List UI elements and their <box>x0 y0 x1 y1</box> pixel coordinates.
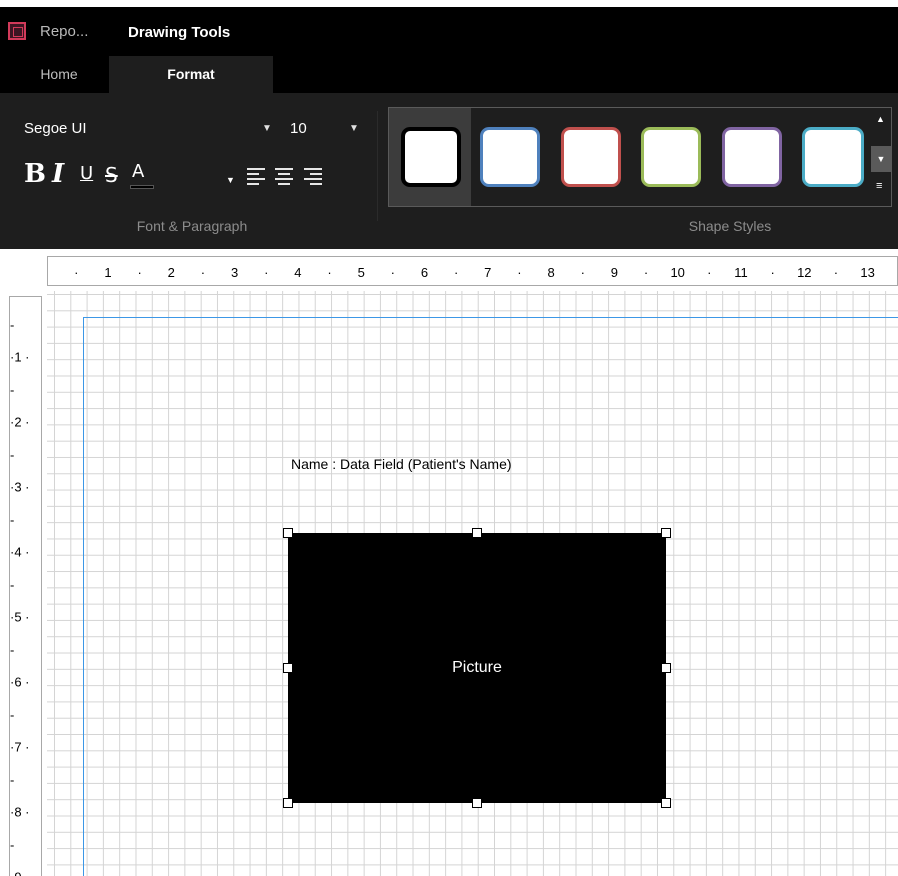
more-styles-icon[interactable]: ≡ <box>876 180 882 192</box>
ruler-label: 11 <box>734 265 748 280</box>
context-title: Drawing Tools <box>128 24 231 41</box>
ruler-label: 1 <box>104 265 112 280</box>
underline-button[interactable]: U <box>80 163 93 193</box>
ruler-label: 7 <box>484 265 492 280</box>
resize-handle-top-right[interactable] <box>661 528 671 538</box>
italic-button[interactable]: I <box>52 159 64 189</box>
ruler-tick: · <box>390 265 396 280</box>
chevron-down-icon[interactable]: ▼ <box>226 175 235 185</box>
ruler-tick: - <box>10 382 15 397</box>
ribbon: Segoe UI ▼ 10 ▼ B I U S A ▼ Font & Parag… <box>0 93 898 249</box>
horizontal-ruler-strip: ·1·2·3·4·5·6·7·8·9·10·11·12·13· <box>47 256 898 286</box>
ruler-tick: - <box>10 642 15 657</box>
align-center-icon[interactable] <box>275 168 295 188</box>
chevron-down-icon[interactable]: ▼ <box>349 123 359 134</box>
tab-home[interactable]: Home <box>24 56 94 93</box>
ruler-label: ·4 · <box>10 544 30 560</box>
shape-style-teal[interactable] <box>802 127 864 187</box>
ruler-tick: - <box>10 577 15 592</box>
ruler-label: ·6 · <box>10 674 30 690</box>
ruler-tick: · <box>517 265 522 280</box>
ruler-label: 3 <box>230 265 239 280</box>
bold-button[interactable]: B <box>24 159 46 189</box>
shape-style-blue[interactable] <box>480 127 540 187</box>
ruler-tick: · <box>580 265 585 280</box>
font-color-button[interactable]: A <box>130 161 160 193</box>
resize-handle-bottom-left[interactable] <box>283 798 293 808</box>
ruler-label: 2 <box>167 265 175 280</box>
page-margin-left <box>83 317 84 876</box>
ruler-label: ·1 · <box>10 349 30 365</box>
ruler-label: ·9 · <box>10 870 30 876</box>
ruler-tick: · <box>74 265 79 280</box>
resize-handle-middle-right[interactable] <box>661 663 671 673</box>
font-color-swatch <box>130 185 154 189</box>
ruler-label: ·8 · <box>10 804 30 820</box>
strikethrough-button[interactable]: S <box>105 163 118 193</box>
ruler-label: 5 <box>357 265 365 280</box>
app-name: Repo... <box>40 23 89 40</box>
ruler-tick: · <box>833 265 839 280</box>
ruler-label: 6 <box>420 265 429 280</box>
gallery-scrollbar[interactable]: ▲ ▼ ≡ <box>871 108 891 206</box>
group-divider <box>377 111 378 221</box>
ruler-label: 12 <box>797 265 812 280</box>
shape-style-black[interactable] <box>401 127 461 187</box>
ruler-label: ·7 · <box>10 739 30 755</box>
vertical-ruler: - ·1 · - ·2 · - ·3 · - ·4 · - ·5 · - ·6 · - ·7 · - ·8 ·… <box>0 291 47 876</box>
ruler-label: 9 <box>610 265 619 280</box>
group-label-shape-styles: Shape Styles <box>688 218 772 234</box>
ruler-tick: · <box>770 265 775 280</box>
ruler-tick: - <box>10 317 15 332</box>
ruler-label: ·5 · <box>10 609 30 625</box>
scroll-down-icon[interactable]: ▼ <box>871 146 891 172</box>
shape-styles-gallery: ▲ ▼ ≡ <box>388 107 892 207</box>
align-right-icon[interactable] <box>304 168 324 188</box>
shape-style-purple[interactable] <box>722 127 782 187</box>
ruler-label: ·2 · <box>10 414 30 430</box>
font-size-dropdown[interactable]: 10 <box>290 120 307 137</box>
title-bar-top-strip <box>0 0 898 7</box>
ruler-label: ·3 · <box>10 479 30 495</box>
ruler-tick: · <box>707 265 712 280</box>
ruler-tick: - <box>10 837 15 852</box>
ruler-tick: · <box>137 265 142 280</box>
picture-box[interactable]: Picture <box>288 533 666 803</box>
ruler-tick: - <box>10 512 15 527</box>
design-canvas[interactable]: Name : Data Field (Patient's Name) Pictu… <box>47 291 898 876</box>
ruler-label: 4 <box>294 265 302 280</box>
picture-label: Picture <box>452 659 502 676</box>
app-icon[interactable] <box>8 22 26 40</box>
ruler-tick: - <box>10 447 15 462</box>
resize-handle-middle-left[interactable] <box>283 663 293 673</box>
resize-handle-top-center[interactable] <box>472 528 482 538</box>
shape-style-red[interactable] <box>561 127 621 187</box>
tab-format[interactable]: Format <box>109 56 273 93</box>
font-color-letter: A <box>132 161 145 182</box>
ruler-tick: - <box>10 772 15 787</box>
title-bar: Repo... Drawing Tools <box>0 7 898 56</box>
group-label-font-paragraph: Font & Paragraph <box>136 218 248 234</box>
ruler-tick: · <box>643 265 649 280</box>
vertical-ruler-strip: - ·1 · - ·2 · - ·3 · - ·4 · - ·5 · - ·6 · - ·7 · - ·8 ·… <box>9 296 42 876</box>
resize-handle-bottom-center[interactable] <box>472 798 482 808</box>
ruler-label: 10 <box>670 265 685 280</box>
ruler-tick: · <box>264 265 269 280</box>
align-left-icon[interactable] <box>247 168 267 188</box>
resize-handle-bottom-right[interactable] <box>661 798 671 808</box>
ruler-label: 13 <box>860 265 875 280</box>
ruler-label: 8 <box>547 265 555 280</box>
shape-style-green[interactable] <box>641 127 701 187</box>
ruler-tick: - <box>10 707 15 722</box>
name-data-field[interactable]: Name : Data Field (Patient's Name) <box>291 456 512 472</box>
ruler-tick: · <box>453 265 459 280</box>
scroll-up-icon[interactable]: ▲ <box>876 114 885 124</box>
horizontal-ruler: ·1·2·3·4·5·6·7·8·9·10·11·12·13· <box>0 249 898 291</box>
chevron-down-icon[interactable]: ▼ <box>262 123 272 134</box>
ruler-tick: · <box>200 265 206 280</box>
ruler-tick: · <box>327 265 332 280</box>
resize-handle-top-left[interactable] <box>283 528 293 538</box>
page-margin-top <box>83 317 898 318</box>
